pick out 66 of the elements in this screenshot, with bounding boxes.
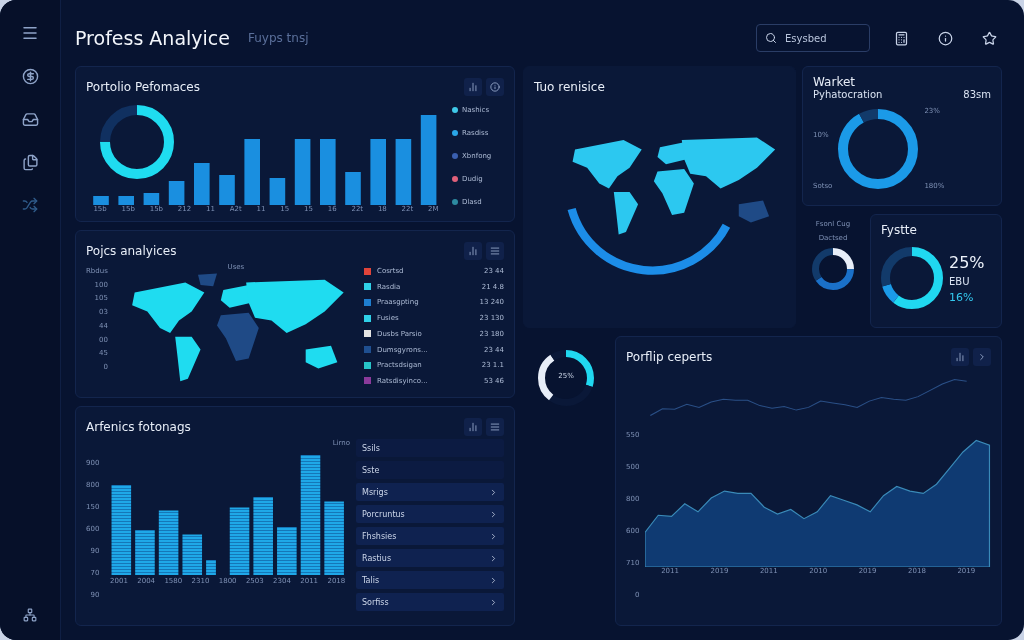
panel-title: Fystte — [881, 223, 918, 237]
panel-title: Pojcs analyices — [86, 244, 177, 258]
market-value: 83sm — [963, 89, 991, 100]
panel-title: Arfenics fotonags — [86, 420, 191, 434]
chart-bar — [118, 196, 134, 205]
chevron-icon — [489, 553, 498, 563]
chart-bar — [269, 178, 286, 205]
panel-subtitle: Pyhatocration — [813, 89, 883, 100]
chart-bar — [143, 193, 160, 205]
chevron-icon — [489, 509, 498, 519]
bar-chart-icon[interactable] — [468, 246, 478, 256]
chart-bar — [320, 139, 336, 205]
search-icon[interactable] — [765, 32, 777, 44]
chart-bar — [135, 530, 156, 575]
list-item[interactable]: Porcruntus — [356, 505, 504, 523]
chart-bar — [345, 172, 361, 205]
list-icon[interactable] — [490, 422, 500, 432]
list-item: Sste — [356, 461, 504, 479]
gauge-drawing — [538, 350, 594, 406]
list-item[interactable]: Talis — [356, 571, 504, 589]
chart-bar — [182, 534, 203, 575]
chart-bar — [159, 510, 179, 575]
percent-value: 16% — [949, 290, 975, 304]
inbox-icon[interactable] — [21, 111, 39, 128]
panel-title: Warket — [813, 75, 856, 89]
chart-bar — [230, 507, 250, 575]
search-field[interactable]: Esysbed — [756, 24, 870, 52]
panel-title: Tuo renisice — [534, 80, 605, 94]
chart-bar — [194, 163, 210, 205]
chevron-icon — [489, 575, 498, 585]
app-subtitle: Fuyps tnsj — [248, 31, 310, 45]
chart-bar — [206, 560, 217, 575]
list-item[interactable]: Msrigs — [356, 483, 504, 501]
panel-title: Portolio Pefomaces — [86, 80, 200, 94]
network-icon[interactable] — [23, 608, 37, 622]
donut-chart-drawing — [812, 248, 854, 290]
chevron-icon — [489, 597, 498, 607]
panel-title: Porflip ceperts — [626, 350, 713, 364]
chart-bar — [219, 175, 235, 205]
shuffle-icon[interactable] — [22, 197, 38, 213]
chevron-icon — [489, 487, 498, 497]
bar-chart-icon[interactable] — [468, 422, 478, 432]
chart-bar — [168, 181, 185, 205]
chart-bar — [370, 139, 386, 205]
chevron-icon — [489, 531, 498, 541]
bar-chart-icon[interactable] — [955, 352, 965, 362]
list-item[interactable]: Rastius — [356, 549, 504, 567]
dollar-icon[interactable] — [21, 68, 39, 85]
list-icon[interactable] — [490, 246, 500, 256]
app-title: Profess Analyice — [75, 27, 230, 49]
chart-bar — [244, 139, 260, 205]
list-item: Ssils — [356, 439, 504, 457]
list-item[interactable]: Sorfiss — [356, 593, 504, 611]
donut-chart-drawing — [881, 247, 943, 309]
bar-chart-icon[interactable] — [468, 82, 478, 92]
chart-bar — [277, 527, 297, 575]
chart-bar — [93, 196, 109, 205]
menu-icon[interactable] — [21, 24, 39, 42]
chart-bar — [395, 139, 412, 205]
chevron-icon[interactable] — [977, 352, 987, 362]
chart-label: EBU — [949, 275, 971, 287]
percent-value: 25% — [949, 252, 985, 272]
chart-bar — [294, 139, 311, 205]
files-icon[interactable] — [21, 154, 39, 171]
search-input[interactable]: Esysbed — [783, 31, 847, 45]
list-item[interactable]: Fhshsies — [356, 527, 504, 545]
